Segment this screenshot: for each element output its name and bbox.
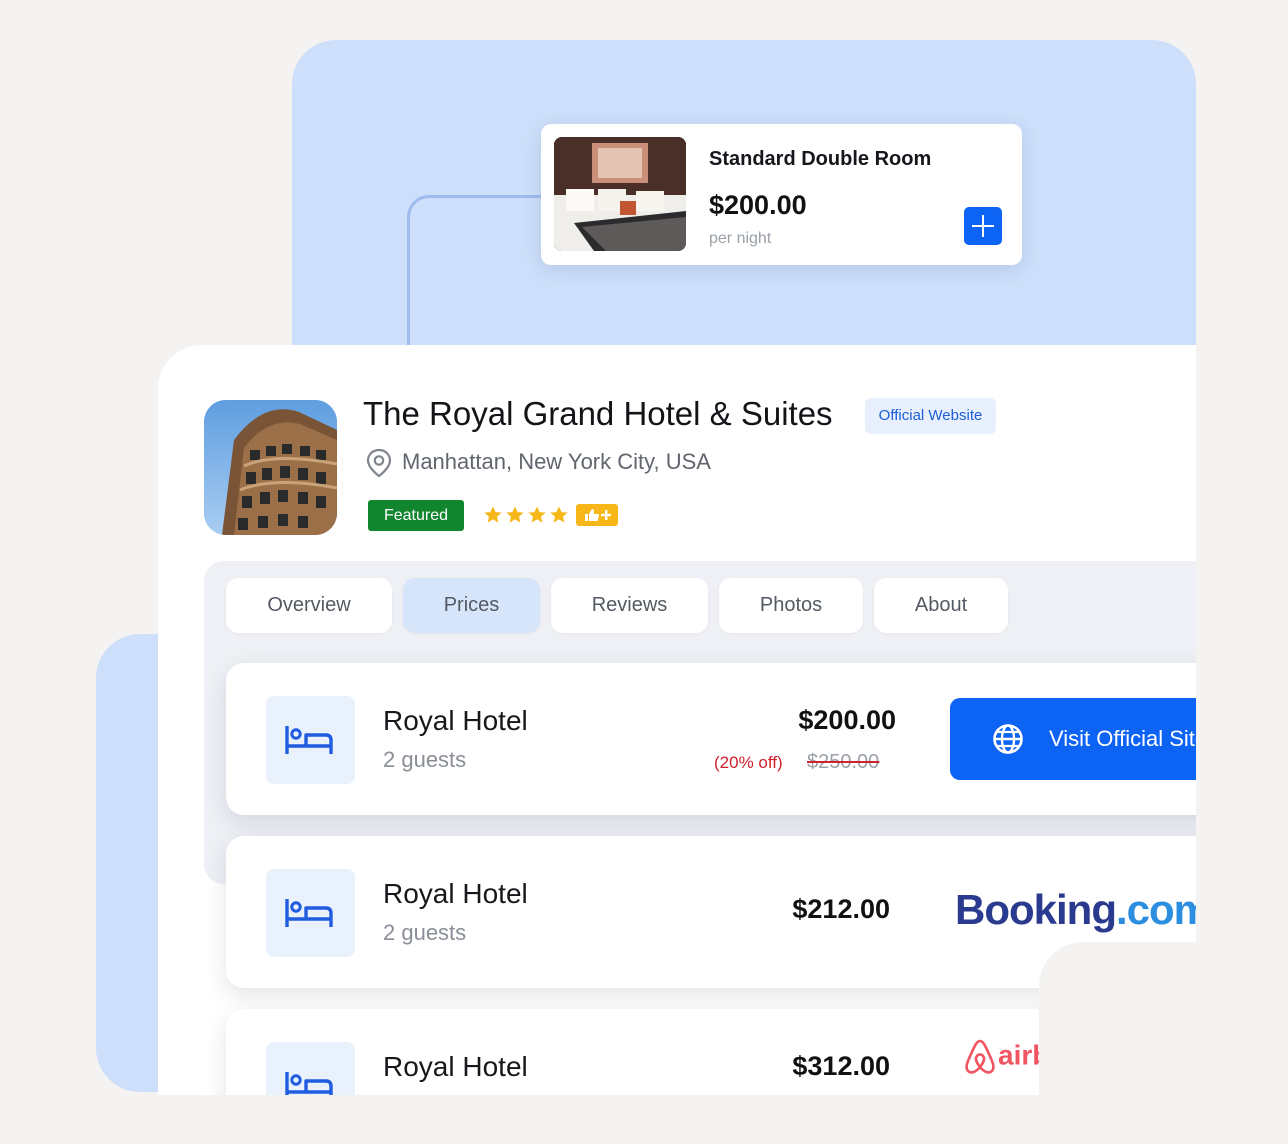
add-room-button[interactable]	[964, 207, 1002, 245]
thumbs-up-plus-icon	[576, 504, 618, 526]
tab-prices[interactable]: Prices	[403, 578, 540, 633]
star-icon	[484, 506, 502, 523]
offer-discount: (20% off)	[714, 753, 783, 772]
official-website-badge[interactable]: Official Website	[865, 398, 996, 434]
offer-hotel-name: Royal Hotel	[383, 1051, 528, 1082]
hotel-name: The Royal Grand Hotel & Suites	[363, 395, 833, 432]
tab-photos[interactable]: Photos	[719, 578, 863, 633]
globe-icon	[993, 724, 1023, 754]
booking-logo[interactable]: Booking.com	[955, 886, 1196, 934]
star-icon	[528, 506, 546, 523]
bed-icon	[266, 869, 355, 957]
booking-logo-suffix: .com	[1115, 886, 1196, 933]
offer-hotel-name: Royal Hotel	[383, 878, 528, 909]
bed-icon	[266, 1042, 355, 1095]
room-price: $200.00	[709, 190, 807, 220]
offer-price: $312.00	[792, 1051, 890, 1081]
featured-badge: Featured	[368, 500, 464, 531]
offer-hotel-name: Royal Hotel	[383, 705, 528, 736]
offer-price: $212.00	[792, 894, 890, 924]
room-photo	[554, 137, 686, 251]
price-offer-row[interactable]: Royal Hotel 2 guests $200.00 (20% off) $…	[226, 663, 1196, 815]
map-pin-icon	[365, 448, 393, 478]
background-corner	[1039, 942, 1288, 1144]
bed-icon	[266, 696, 355, 784]
visit-official-site-button[interactable]: Visit Official Site	[950, 698, 1196, 780]
hotel-photo	[204, 400, 337, 535]
booking-logo-text: Booking	[955, 886, 1117, 933]
room-card[interactable]: Standard Double Room $200.00 per night	[541, 124, 1022, 265]
tab-overview[interactable]: Overview	[226, 578, 392, 633]
star-icon	[550, 506, 568, 523]
visit-button-label: Visit Official Site	[1049, 726, 1196, 751]
room-title: Standard Double Room	[709, 148, 932, 170]
offer-price: $200.00	[798, 705, 896, 735]
offer-guests: 2 guests	[383, 920, 467, 945]
tab-reviews[interactable]: Reviews	[551, 578, 708, 633]
room-price-unit: per night	[709, 230, 772, 247]
offer-guests: 2 guests	[383, 747, 467, 772]
airbnb-icon	[965, 1039, 995, 1074]
connector-line	[407, 195, 543, 355]
star-icon	[506, 506, 524, 523]
tab-about[interactable]: About	[874, 578, 1008, 633]
star-rating	[483, 498, 569, 532]
hotel-location: Manhattan, New York City, USA	[402, 449, 711, 474]
offer-original-price: $250.00	[807, 751, 880, 773]
